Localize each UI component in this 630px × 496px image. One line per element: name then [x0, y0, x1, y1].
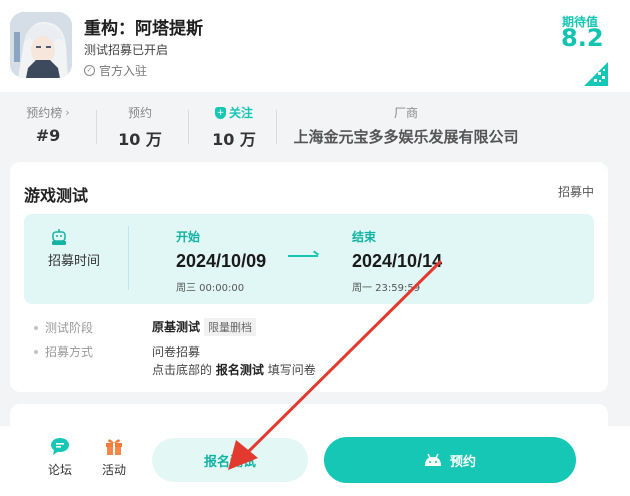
bullet-dot [34, 325, 38, 330]
expect-score: 8.2 [561, 24, 604, 52]
stage-row-label: 测试阶段 [34, 319, 93, 336]
recruit-status-badge: 招募中 [557, 185, 594, 199]
end-time: 结束 2024/10/14 周一 23:59:59 [352, 228, 442, 294]
game-icon[interactable] [10, 12, 72, 78]
arrow-right-icon [288, 255, 318, 257]
stat-rank-value: #9 [35, 126, 61, 145]
stat-reserve-label: 预约 [127, 106, 152, 120]
activity-label: 活动 [102, 463, 127, 477]
official-badge: ✓ 官方入驻 [84, 62, 147, 79]
recruit-time-label: 招募时间 [48, 254, 101, 269]
card-title: 游戏测试 [24, 186, 89, 205]
stat-reserve: 预约 10 万 [112, 104, 168, 150]
method-bold: 报名测试 [215, 363, 264, 377]
method-row-label: 招募方式 [34, 343, 93, 360]
stat-follow[interactable]: + 关注 10 万 [206, 104, 262, 150]
divider [276, 110, 277, 144]
stat-rank-label: 预约榜 [26, 106, 63, 120]
beta-robot-icon [50, 228, 68, 246]
stage-value: 原基测试 限量删档 [152, 318, 257, 336]
signup-test-button[interactable]: 报名测试 [152, 438, 308, 482]
divider [96, 110, 97, 144]
stat-publisher[interactable]: 厂商 上海金元宝多多娱乐发展有限公司 [284, 104, 528, 147]
game-test-card: 游戏测试 招募中 招募时间 开始 2024/10/09 周三 00:00:00 … [10, 162, 608, 392]
start-label: 开始 [176, 230, 201, 244]
forum-label: 论坛 [48, 463, 73, 477]
divider [188, 110, 189, 144]
official-label: 官方入驻 [99, 64, 148, 78]
game-title: 重构：阿塔提斯 [84, 19, 203, 39]
stage-label: 测试阶段 [45, 321, 94, 335]
nav-forum[interactable]: 论坛 [48, 436, 72, 478]
android-icon [424, 453, 441, 466]
stat-follow-label: 关注 [228, 106, 253, 120]
gift-icon [104, 436, 124, 456]
reserve-button[interactable]: 预约 [324, 437, 576, 483]
end-label: 结束 [352, 230, 377, 244]
stat-publisher-label: 厂商 [393, 106, 418, 120]
recruit-status-text: 测试招募已开启 [84, 43, 169, 57]
reserve-label: 预约 [449, 453, 476, 469]
bullet-dot [34, 349, 38, 354]
stat-rank[interactable]: 预约榜 › #9 [22, 104, 74, 145]
method-line-2: 点击底部的 报名测试 填写问卷 [152, 361, 316, 379]
follow-shield-icon: + [214, 106, 226, 119]
nav-activity[interactable]: 活动 [102, 436, 126, 478]
method-prefix: 点击底部的 [152, 363, 213, 377]
end-weekday-time: 周一 23:59:59 [352, 283, 421, 294]
recruit-time-box: 招募时间 开始 2024/10/09 周三 00:00:00 结束 2024/1… [24, 214, 594, 304]
publisher-name: 上海金元宝多多娱乐发展有限公司 [293, 128, 519, 146]
method-suffix: 填写问卷 [267, 363, 316, 377]
game-header: 重构：阿塔提斯 测试招募已开启 ✓ 官方入驻 期待值 8.2 [0, 0, 630, 92]
start-time: 开始 2024/10/09 周三 00:00:00 [176, 228, 266, 294]
qr-corner-icon[interactable] [584, 62, 608, 86]
divider [128, 226, 129, 290]
stage-name: 原基测试 [152, 320, 201, 334]
method-line-1: 问卷招募 [152, 345, 201, 359]
stats-row: 预约榜 › #9 预约 10 万 + 关注 10 万 厂商 上海金元宝多多娱乐发展有… [0, 94, 630, 154]
method-label: 招募方式 [45, 345, 94, 359]
method-value: 问卷招募 点击底部的 报名测试 填写问卷 [152, 343, 316, 379]
end-date: 2024/10/14 [352, 251, 443, 271]
start-date: 2024/10/09 [176, 251, 267, 271]
forum-icon [50, 436, 70, 456]
stat-reserve-value: 10 万 [118, 130, 162, 149]
bottom-action-bar: 论坛 活动 报名测试 预约 [0, 426, 630, 496]
stage-chip: 限量删档 [204, 318, 257, 336]
check-circle-icon: ✓ [84, 65, 95, 76]
start-weekday-time: 周三 00:00:00 [176, 283, 245, 294]
chevron-right-icon: › [65, 106, 70, 119]
stat-follow-value: 10 万 [212, 130, 256, 149]
